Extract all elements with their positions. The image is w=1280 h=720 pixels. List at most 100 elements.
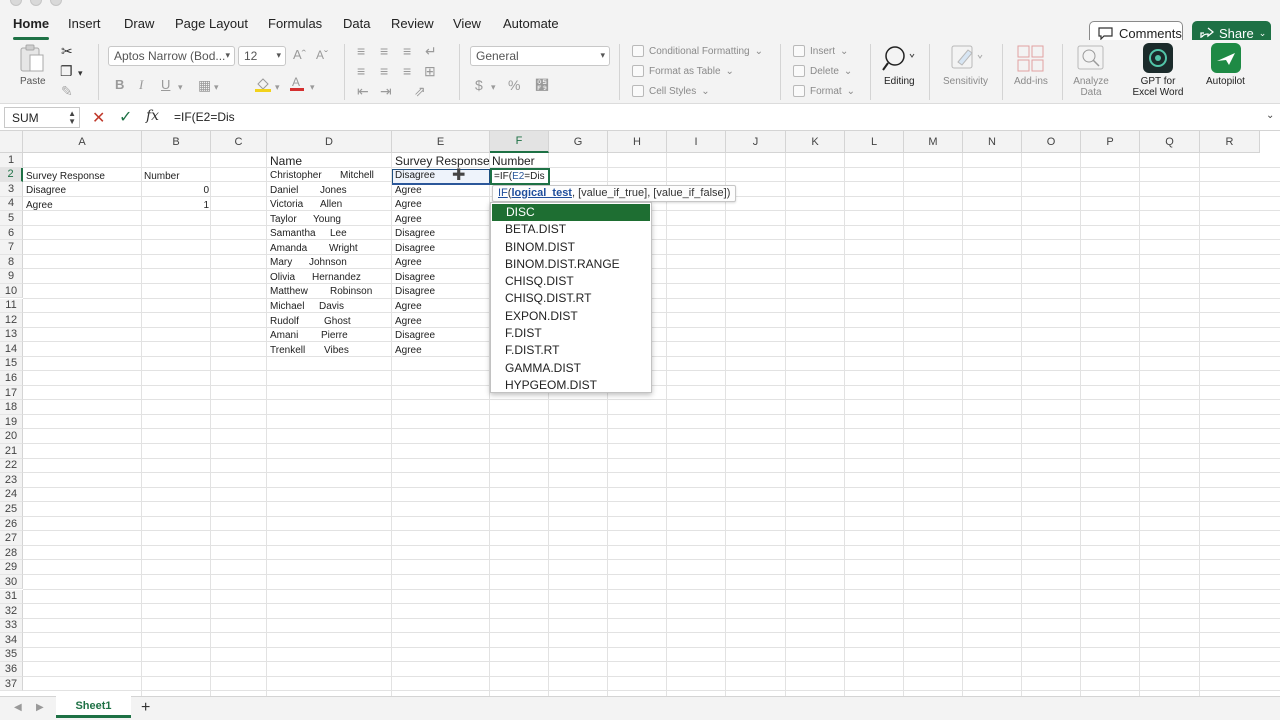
italic-button[interactable]: I [139, 78, 143, 92]
row-header-36[interactable]: 36 [0, 662, 23, 677]
tab-data[interactable]: Data [343, 16, 370, 31]
paste-icon[interactable] [18, 44, 46, 74]
row-header-23[interactable]: 23 [0, 473, 23, 488]
align-center-icon[interactable]: ≡ [380, 64, 388, 78]
cell-e2[interactable]: Disagree [395, 169, 435, 183]
column-header-l[interactable]: L [845, 131, 904, 153]
cell-a3[interactable]: Disagree [26, 184, 66, 198]
row-header-37[interactable]: 37 [0, 676, 23, 692]
percent-button[interactable]: % [508, 78, 520, 92]
tooltip-function-name[interactable]: IF [498, 187, 508, 199]
row-header-9[interactable]: 9 [0, 269, 23, 284]
tab-draw[interactable]: Draw [124, 16, 154, 31]
row-header-7[interactable]: 7 [0, 240, 23, 255]
row-header-11[interactable]: 11 [0, 298, 23, 314]
sheet-tab-sheet1[interactable]: Sheet1 [56, 696, 131, 718]
cell-d11[interactable]: Michael Davis [270, 300, 390, 314]
cell-e9[interactable]: Disagree [395, 271, 435, 285]
zoom-window-icon[interactable] [50, 0, 62, 6]
cell-a2[interactable]: Survey Response [26, 170, 105, 184]
column-header-c[interactable]: C [211, 131, 267, 153]
underline-button[interactable]: U [161, 78, 170, 92]
comma-style-icon[interactable]: ׹ [535, 78, 549, 92]
formula-input[interactable]: =IF(E2=Dis [174, 110, 235, 124]
row-header-3[interactable]: 3 [0, 182, 23, 197]
merge-center-icon[interactable]: ⊞ [424, 64, 436, 78]
insert-cells-button[interactable]: Insert ⌄ [793, 45, 848, 57]
cell-d12[interactable]: Rudolf Ghost [270, 315, 390, 329]
decrease-indent-icon[interactable]: ⇤ [357, 84, 369, 98]
format-painter-icon[interactable]: ✎ [61, 84, 73, 98]
cut-icon[interactable]: ✂ [61, 44, 73, 58]
cell-d13[interactable]: Amani Pierre [270, 329, 390, 343]
tab-home[interactable]: Home [13, 16, 49, 31]
increase-indent-icon[interactable]: ⇥ [380, 84, 392, 98]
cell-e12[interactable]: Agree [395, 315, 422, 329]
row-header-20[interactable]: 20 [0, 429, 23, 444]
row-header-17[interactable]: 17 [0, 385, 23, 401]
chevron-down-icon[interactable]: ▾ [214, 80, 219, 94]
row-header-31[interactable]: 31 [0, 589, 23, 605]
chevron-down-icon[interactable]: ▾ [178, 80, 183, 94]
cell-d1[interactable]: Name [270, 154, 302, 168]
format-cells-button[interactable]: Format ⌄ [793, 85, 855, 97]
chevron-down-icon[interactable]: ▾ [491, 80, 496, 94]
cell-e5[interactable]: Agree [395, 213, 422, 227]
cell-d4[interactable]: Victoria Allen [270, 198, 390, 212]
cell-d8[interactable]: Mary Johnson [270, 256, 390, 270]
cell-e13[interactable]: Disagree [395, 329, 435, 343]
column-header-n[interactable]: N [963, 131, 1022, 153]
row-header-14[interactable]: 14 [0, 342, 23, 357]
font-size-select[interactable]: 12 ▾ [238, 46, 286, 66]
row-header-2[interactable]: 2 [0, 167, 23, 183]
row-header-4[interactable]: 4 [0, 196, 23, 212]
cancel-formula-icon[interactable]: ✕ [92, 108, 105, 128]
row-header-22[interactable]: 22 [0, 458, 23, 474]
autocomplete-item[interactable]: F.DIST.RT [491, 342, 651, 359]
autocomplete-item[interactable]: BETA.DIST [491, 221, 651, 238]
analyze-data-label[interactable]: Analyze Data [1071, 76, 1111, 98]
cell-e4[interactable]: Agree [395, 198, 422, 212]
row-header-16[interactable]: 16 [0, 371, 23, 386]
number-format-select[interactable]: General ▾ [470, 46, 610, 66]
cell-styles-button[interactable]: Cell Styles ⌄ [632, 85, 710, 97]
column-header-j[interactable]: J [726, 131, 786, 153]
gpt-for-excel-word-label[interactable]: GPT for Excel Word [1129, 76, 1187, 98]
column-header-o[interactable]: O [1022, 131, 1081, 153]
chevron-down-icon[interactable]: ▾ [275, 80, 280, 94]
row-header-19[interactable]: 19 [0, 414, 23, 430]
cell-d7[interactable]: Amanda Wright [270, 242, 390, 256]
row-header-15[interactable]: 15 [0, 356, 23, 372]
autocomplete-item[interactable]: BINOM.DIST [491, 239, 651, 256]
autocomplete-item[interactable]: F.DIST [491, 325, 651, 342]
align-bottom-icon[interactable]: ≡ [403, 44, 411, 58]
row-header-27[interactable]: 27 [0, 531, 23, 546]
row-header-13[interactable]: 13 [0, 327, 23, 343]
sensitivity-icon[interactable] [950, 44, 984, 72]
analyze-data-icon[interactable] [1076, 44, 1106, 72]
tab-automate[interactable]: Automate [503, 16, 559, 31]
cell-e11[interactable]: Agree [395, 300, 422, 314]
cell-f2-editor[interactable]: =IF(E2=Dis [490, 168, 550, 185]
row-header-29[interactable]: 29 [0, 560, 23, 575]
gpt-for-excel-word-icon[interactable] [1143, 43, 1173, 73]
column-header-h[interactable]: H [608, 131, 667, 153]
orientation-icon[interactable]: ⇗ [414, 84, 426, 98]
function-argument-tooltip[interactable]: IF(logical_test, [value_if_true], [value… [492, 185, 737, 202]
column-header-d[interactable]: D [267, 131, 392, 153]
close-window-icon[interactable] [10, 0, 22, 6]
column-header-f[interactable]: F [490, 131, 549, 153]
cell-e1[interactable]: Survey Response [395, 154, 490, 168]
fill-color-icon[interactable] [254, 76, 272, 92]
font-name-select[interactable]: Aptos Narrow (Bod... ▾ [108, 46, 235, 66]
row-header-32[interactable]: 32 [0, 604, 23, 619]
cell-d10[interactable]: Matthew Robinson [270, 285, 390, 299]
previous-sheet-icon[interactable]: ◀ [14, 702, 22, 713]
column-header-q[interactable]: Q [1140, 131, 1200, 153]
column-header-g[interactable]: G [549, 131, 608, 153]
autocomplete-item[interactable]: EXPON.DIST [491, 308, 651, 325]
cell-d6[interactable]: Samantha Lee [270, 227, 390, 241]
autocomplete-item[interactable]: CHISQ.DIST.RT [491, 290, 651, 307]
cell-e14[interactable]: Agree [395, 344, 422, 358]
cell-e7[interactable]: Disagree [395, 242, 435, 256]
